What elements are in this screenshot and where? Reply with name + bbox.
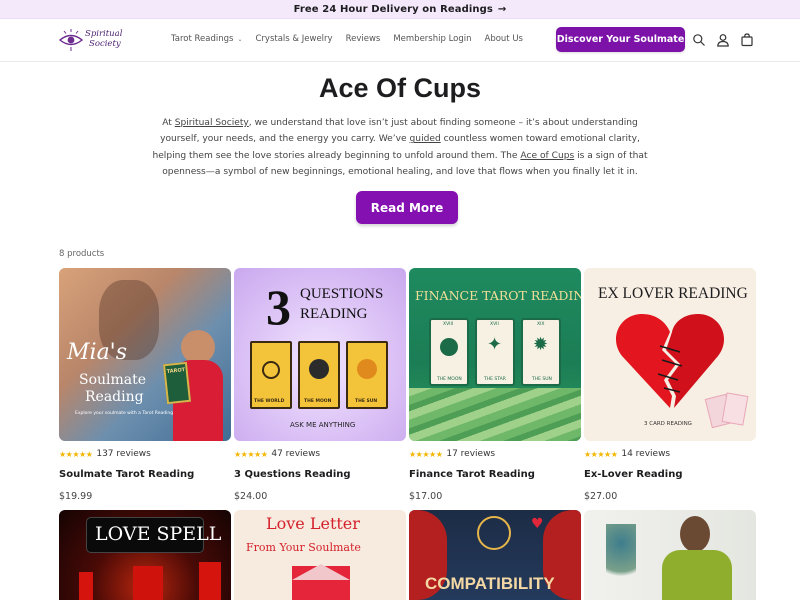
page-title: Ace Of Cups (318, 73, 482, 103)
nav-item-label: Membership Login (393, 34, 472, 44)
product-rating: ★★★★★ 14 reviews (584, 449, 670, 459)
product-price: $27.00 (584, 491, 618, 502)
product-price: $24.00 (234, 491, 268, 502)
announcement-text: Free 24 Hour Delivery on Readings (293, 3, 493, 15)
main-nav: Tarot Readings ⌄ Crystals & Jewelry Revi… (171, 34, 536, 44)
product-rating: ★★★★★ 47 reviews (234, 449, 320, 459)
nav-item-reviews[interactable]: Reviews (346, 34, 381, 44)
product-count: 8 products (59, 249, 105, 259)
product-title[interactable]: Ex-Lover Reading (584, 469, 682, 480)
product-image-reader-portrait[interactable] (584, 510, 756, 600)
cart-icon[interactable] (740, 32, 754, 47)
review-count: 17 reviews (446, 449, 496, 459)
tarot-card-icon: TAROT (162, 361, 192, 405)
brand-logo[interactable]: Spiritual Society (58, 25, 124, 55)
product-image-finance[interactable]: FINANCE TAROT READING XVIII THE MOON XVI… (409, 268, 581, 441)
tarot-card-icon: THE MOON (298, 341, 340, 409)
star-rating-icon: ★★★★★ (59, 449, 93, 459)
nav-item-crystals-jewelry[interactable]: Crystals & Jewelry (256, 34, 333, 44)
candle-icon (199, 562, 221, 600)
person-portrait (181, 330, 215, 364)
site-header: Spiritual Society Tarot Readings ⌄ Cryst… (0, 19, 800, 62)
product-title[interactable]: Soulmate Tarot Reading (59, 469, 194, 480)
read-more-button[interactable]: Read More (356, 191, 458, 224)
guided-link[interactable]: guided (410, 134, 441, 144)
review-count: 47 reviews (271, 449, 321, 459)
arrow-right-icon: → (497, 3, 507, 15)
discover-soulmate-button[interactable]: Discover Your Soulmate (556, 27, 685, 52)
nav-item-label: Crystals & Jewelry (255, 34, 333, 44)
product-price: $17.00 (409, 491, 443, 502)
nav-item-label: About Us (484, 34, 523, 44)
logo-line-1: Spiritual (85, 29, 123, 39)
product-title[interactable]: Finance Tarot Reading (409, 469, 535, 480)
tarot-card-icon: XIX ✹ THE SUN (521, 318, 561, 386)
person-portrait (680, 516, 710, 552)
review-count: 14 reviews (621, 449, 671, 459)
nav-item-label: Tarot Readings (171, 34, 234, 44)
product-image-ex-lover[interactable]: EX LOVER READING 3 CARD READING (584, 268, 756, 441)
announcement-bar[interactable]: Free 24 Hour Delivery on Readings → (0, 0, 800, 19)
nav-item-label: Reviews (345, 34, 381, 44)
account-icon[interactable] (716, 32, 730, 47)
product-image-love-letter[interactable]: Love Letter From Your Soulmate (234, 510, 406, 600)
candle-icon (133, 566, 163, 600)
logo-line-2: Society (89, 39, 121, 49)
product-image-soulmate[interactable]: TAROT Mia's Soulmate Reading Explore you… (59, 268, 231, 441)
product-title[interactable]: 3 Questions Reading (234, 469, 351, 480)
peacock-feather-icon (606, 524, 636, 588)
star-rating-icon: ★★★★★ (409, 449, 443, 459)
nav-item-tarot-readings[interactable]: Tarot Readings ⌄ (171, 34, 243, 44)
star-rating-icon: ★★★★★ (234, 449, 268, 459)
review-count: 137 reviews (96, 449, 151, 459)
product-image-3-questions[interactable]: 3 QUESTIONS READING THE WORLD THE MOON T… (234, 268, 406, 441)
product-price: $19.99 (59, 491, 93, 502)
ace-of-cups-link[interactable]: Ace of Cups (520, 151, 574, 161)
star-rating-icon: ★★★★★ (584, 449, 618, 459)
broken-heart-icon (615, 314, 725, 408)
product-image-love-spell[interactable]: LOVE SPELL (59, 510, 231, 600)
tarot-card-icon: THE SUN (346, 341, 388, 409)
spiritual-society-link[interactable]: Spiritual Society (175, 118, 249, 128)
product-rating: ★★★★★ 17 reviews (409, 449, 495, 459)
search-icon[interactable] (692, 32, 706, 46)
nav-item-membership-login[interactable]: Membership Login (393, 34, 471, 44)
nav-item-about-us[interactable]: About Us (485, 34, 523, 44)
tarot-card-icon: XVII ✦ THE STAR (475, 318, 515, 386)
eye-logo-icon (58, 29, 84, 51)
product-rating: ★★★★★ 137 reviews (59, 449, 151, 459)
candle-icon (79, 572, 93, 600)
tarot-card-icon: XVIII THE MOON (429, 318, 469, 386)
tarot-card-icon: THE WORLD (250, 341, 292, 409)
chevron-down-icon: ⌄ (237, 35, 243, 43)
product-image-compatibility[interactable]: ♥ COMPATIBILITY (409, 510, 581, 600)
zodiac-wheel-icon (477, 516, 511, 550)
money-pile (409, 388, 581, 441)
collection-description: At Spiritual Society, we understand that… (152, 118, 648, 177)
